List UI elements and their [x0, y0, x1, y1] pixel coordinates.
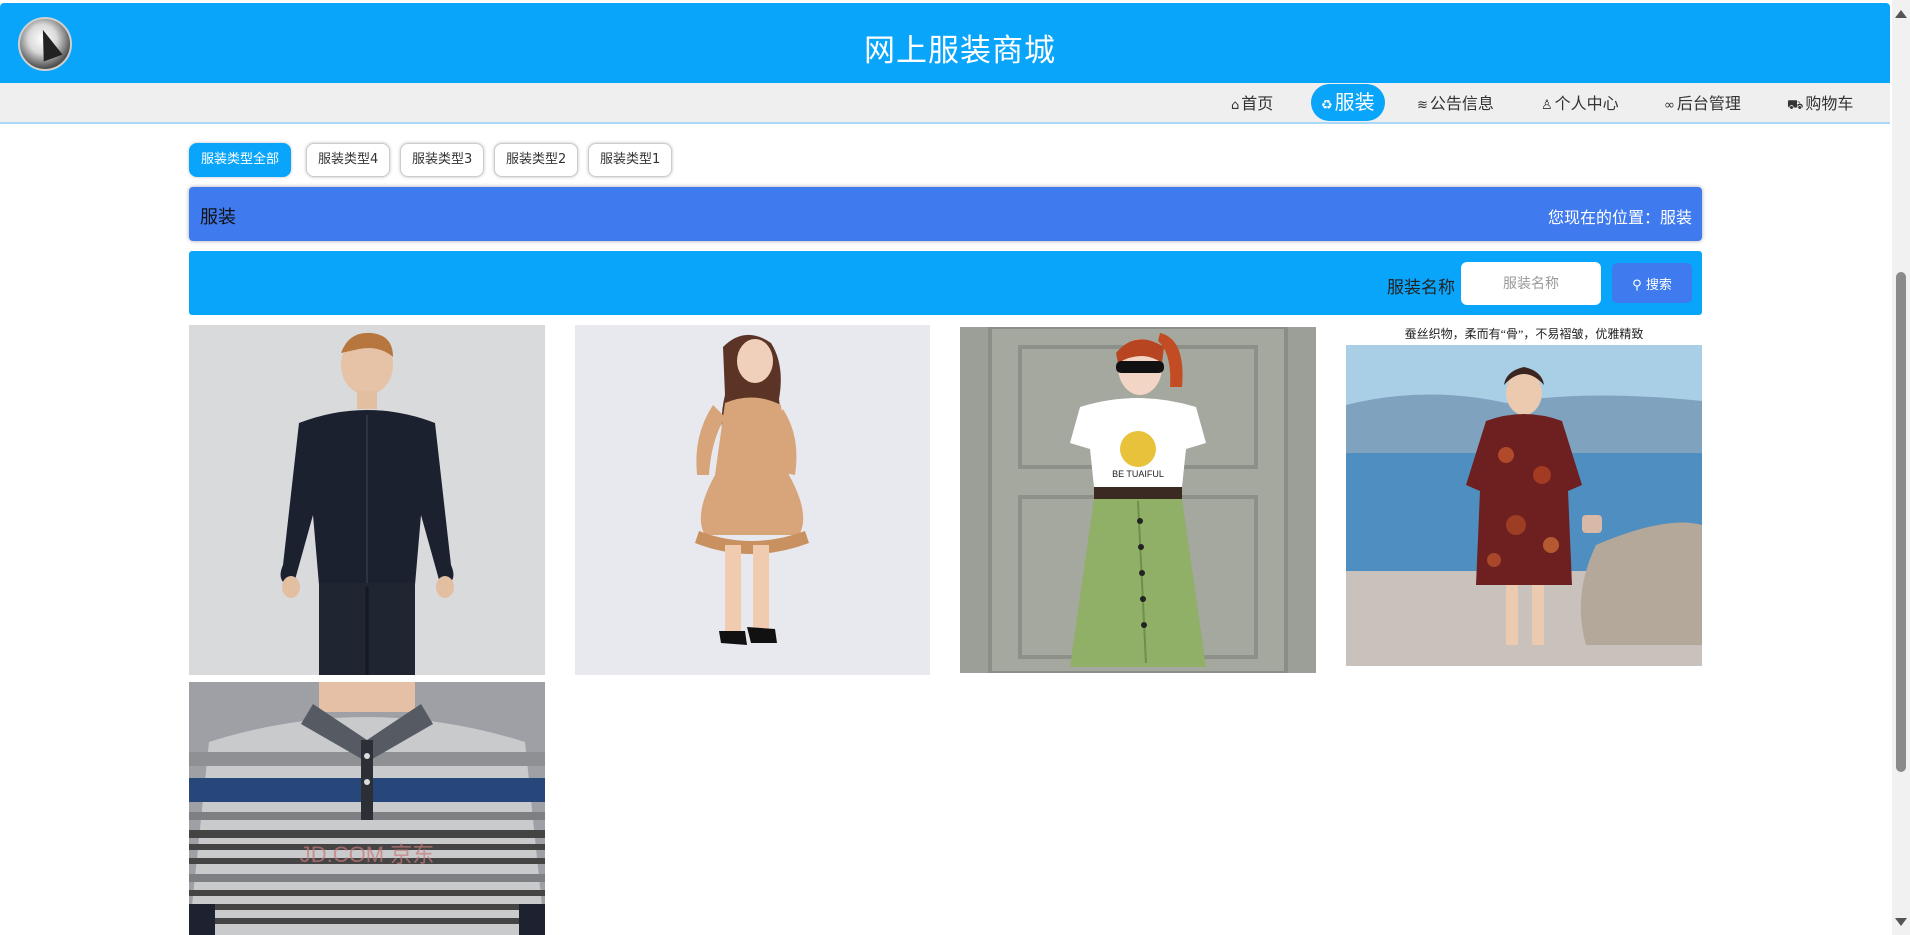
nav-item-label: 首页	[1241, 94, 1274, 113]
breadcrumb: 服装 您现在的位置：服装	[189, 187, 1702, 241]
page: 网上服装商城 ⌂ 首页 ♻ 服装 ≋ 公告信息 ♙ 个人中心 ∞ 后台管理 ⛟ 购物车 服装…	[0, 0, 1910, 935]
site-header: 网上服装商城	[0, 3, 1890, 83]
product-image-skirt-outfit[interactable]: BE TUAIFUL	[960, 327, 1316, 673]
search-button-label: 搜索	[1645, 277, 1672, 293]
nav-item-label: 个人中心	[1554, 94, 1619, 113]
scroll-up-icon[interactable]	[1895, 10, 1907, 18]
search-icon: ⚲	[1632, 277, 1642, 293]
product-image-jacket[interactable]	[189, 325, 545, 675]
scrollbar-thumb[interactable]	[1896, 272, 1906, 772]
search-bar: 服装名称 ⚲ 搜索	[189, 251, 1702, 315]
nav-item-label: 公告信息	[1429, 94, 1494, 113]
category-pill-type1[interactable]: 服装类型1	[588, 143, 673, 177]
nav-item-admin[interactable]: ∞ 后台管理	[1664, 83, 1741, 124]
nav-item-clothing[interactable]: ♻ 服装	[1311, 84, 1385, 121]
category-pill-type2[interactable]: 服装类型2	[494, 143, 579, 177]
nav-item-label: 服装	[1334, 90, 1375, 114]
home-icon: ⌂	[1231, 98, 1240, 113]
nav-item-announcements[interactable]: ≋ 公告信息	[1417, 83, 1494, 124]
site-title: 网上服装商城	[864, 33, 1056, 69]
category-pill-all[interactable]: 服装类型全部	[189, 143, 292, 177]
category-pill-type4[interactable]: 服装类型4	[306, 143, 391, 177]
nav-item-label: 后台管理	[1676, 94, 1741, 113]
main-nav: ⌂ 首页 ♻ 服装 ≋ 公告信息 ♙ 个人中心 ∞ 后台管理 ⛟ 购物车	[0, 83, 1890, 124]
product-image-floral-dress[interactable]: 蚕丝织物，柔而有“骨”，不易褶皱，优雅精致	[1346, 325, 1702, 666]
link-icon: ∞	[1664, 98, 1675, 113]
page-title: 服装	[200, 207, 236, 228]
scroll-down-icon[interactable]	[1895, 918, 1907, 926]
search-label: 服装名称	[1387, 278, 1455, 298]
search-input[interactable]	[1461, 262, 1601, 305]
layers-icon: ≋	[1417, 98, 1428, 113]
current-location: 您现在的位置：服装	[1547, 208, 1692, 227]
category-pill-type3[interactable]: 服装类型3	[400, 143, 485, 177]
watermark-text: JD.COM 京东	[300, 842, 434, 867]
product-image-polo[interactable]: JD.COM 京东	[189, 682, 545, 935]
cart-icon: ⛟	[1787, 98, 1804, 113]
nav-item-label: 购物车	[1805, 94, 1854, 113]
product-caption: 蚕丝织物，柔而有“骨”，不易褶皱，优雅精致	[1404, 327, 1644, 341]
scrollbar[interactable]	[1892, 0, 1910, 935]
nav-item-cart[interactable]: ⛟ 购物车	[1787, 83, 1853, 124]
product-image-dress[interactable]	[575, 325, 930, 675]
search-button[interactable]: ⚲ 搜索	[1612, 263, 1692, 303]
nav-item-profile[interactable]: ♙ 个人中心	[1541, 83, 1619, 124]
shirt-text: BE TUAIFUL	[1112, 469, 1164, 479]
recycle-icon: ♻	[1321, 98, 1333, 113]
nav-item-home[interactable]: ⌂ 首页	[1231, 83, 1273, 124]
user-icon: ♙	[1541, 98, 1553, 113]
